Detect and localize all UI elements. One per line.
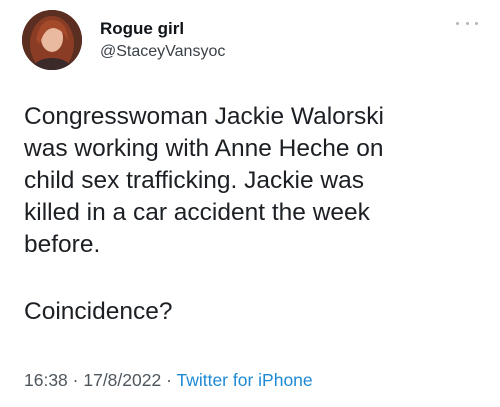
tweet-text-line: killed in a car accident the week <box>24 199 370 226</box>
meta-separator: · <box>161 370 177 390</box>
tweet-text-second-paragraph: Coincidence? <box>24 298 173 325</box>
tweet-date[interactable]: 17/8/2022 <box>83 370 161 390</box>
tweet-text: Congresswoman Jackie Walorski was workin… <box>24 101 484 261</box>
dot <box>475 21 478 25</box>
display-name[interactable]: Rogue girl <box>100 19 184 39</box>
tweet-card: Rogue girl @StaceyVansyoc Congresswoman … <box>0 0 500 407</box>
profile-photo-icon <box>22 10 82 70</box>
dot <box>456 21 459 25</box>
avatar[interactable] <box>22 10 82 70</box>
user-handle[interactable]: @StaceyVansyoc <box>100 43 225 61</box>
tweet-source-link[interactable]: Twitter for iPhone <box>176 370 312 390</box>
tweet-text-line: Congresswoman Jackie Walorski <box>24 103 384 130</box>
meta-separator: · <box>67 370 84 390</box>
tweet-text-line: before. <box>24 231 101 258</box>
tweet-text-line: was working with Anne Heche on <box>24 135 384 162</box>
tweet-time[interactable]: 16:38 <box>24 370 68 390</box>
tweet-text-line: child sex trafficking. Jackie was <box>24 167 364 194</box>
dot <box>465 21 469 25</box>
tweet-meta: 16:38 · 17/8/2022 · Twitter for iPhone <box>24 370 313 391</box>
more-options-icon[interactable] <box>456 18 478 28</box>
